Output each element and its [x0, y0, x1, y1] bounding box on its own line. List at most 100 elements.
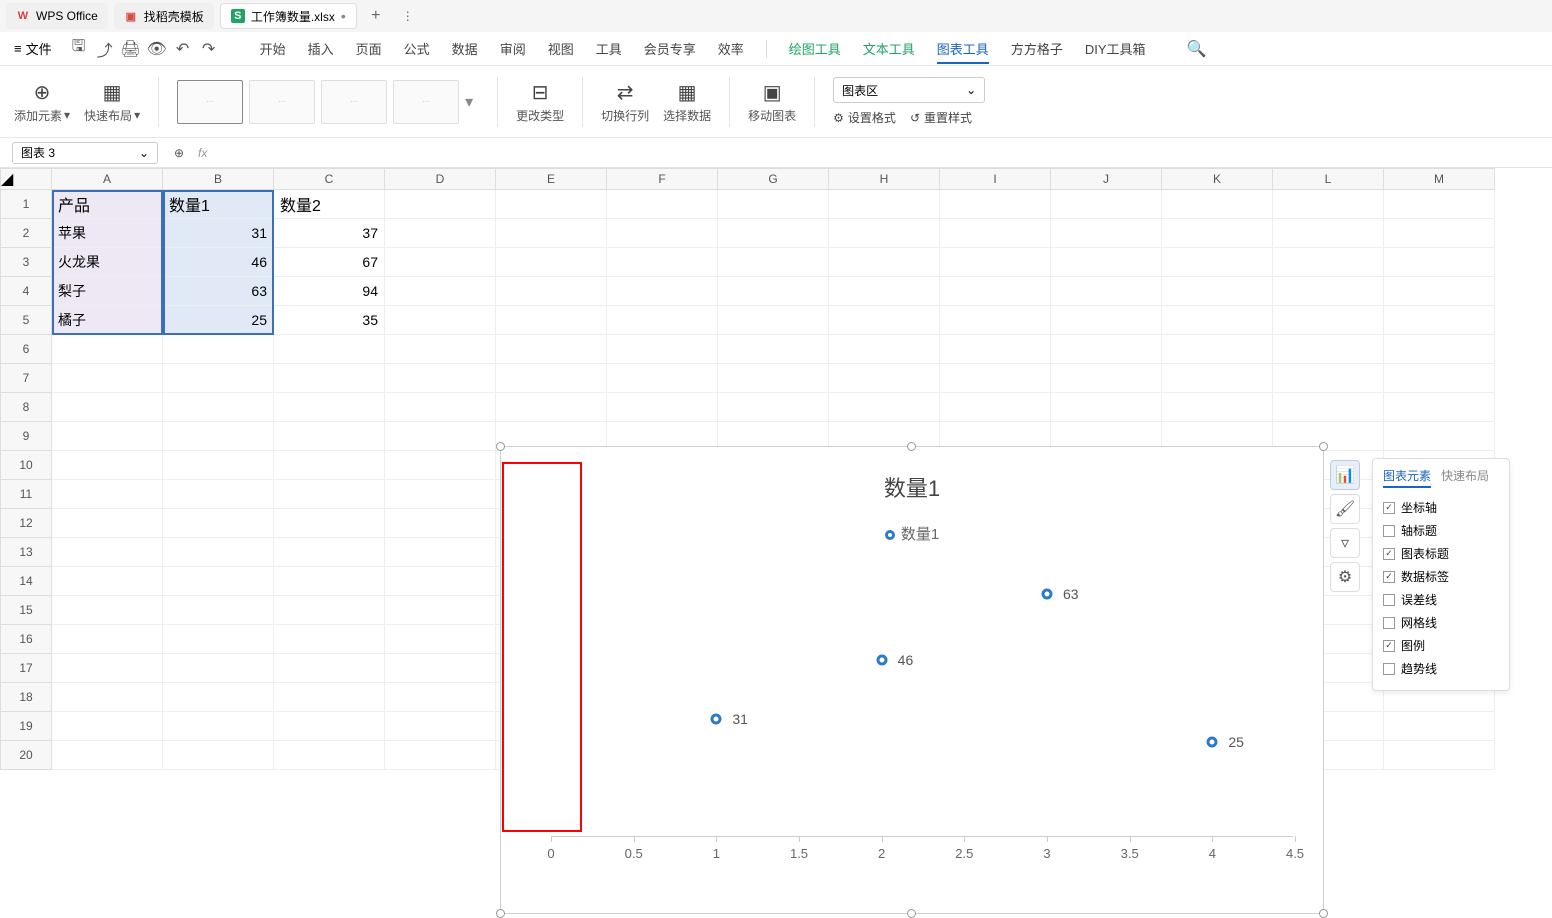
resize-handle[interactable]: [907, 442, 916, 451]
tab-rice[interactable]: ▣找稻壳模板: [114, 3, 214, 29]
cell-G7[interactable]: [718, 364, 829, 393]
cell-C7[interactable]: [274, 364, 385, 393]
cell-D2[interactable]: [385, 219, 496, 248]
col-head-L[interactable]: L: [1273, 168, 1384, 190]
col-head-H[interactable]: H: [829, 168, 940, 190]
data-point[interactable]: [876, 655, 887, 666]
cell-C10[interactable]: [274, 451, 385, 480]
menu-text[interactable]: 文本工具: [863, 39, 915, 58]
col-head-F[interactable]: F: [607, 168, 718, 190]
cell-B20[interactable]: [163, 741, 274, 770]
data-point[interactable]: [1042, 589, 1053, 600]
cell-C15[interactable]: [274, 596, 385, 625]
col-head-K[interactable]: K: [1162, 168, 1273, 190]
row-head-7[interactable]: 7: [0, 364, 52, 393]
save-icon[interactable]: 🖫: [70, 40, 88, 58]
data-point[interactable]: [1207, 736, 1218, 747]
select-data-button[interactable]: ▦选择数据: [663, 72, 711, 132]
cell-A15[interactable]: [52, 596, 163, 625]
col-head-B[interactable]: B: [163, 168, 274, 190]
cell-B5[interactable]: 25: [163, 306, 274, 335]
cell-C11[interactable]: [274, 480, 385, 509]
cell-A5[interactable]: 橘子: [52, 306, 163, 335]
menu-member[interactable]: 会员专享: [644, 39, 696, 58]
menu-tools[interactable]: 工具: [596, 39, 622, 58]
menu-page[interactable]: 页面: [356, 39, 382, 58]
cell-G2[interactable]: [718, 219, 829, 248]
cell-D3[interactable]: [385, 248, 496, 277]
cell-C18[interactable]: [274, 683, 385, 712]
cell-B7[interactable]: [163, 364, 274, 393]
cell-E2[interactable]: [496, 219, 607, 248]
cell-M19[interactable]: [1384, 712, 1495, 741]
select-all-corner[interactable]: ◢: [0, 168, 52, 190]
cell-D20[interactable]: [385, 741, 496, 770]
cell-H3[interactable]: [829, 248, 940, 277]
cell-K1[interactable]: [1162, 190, 1273, 219]
cell-C4[interactable]: 94: [274, 277, 385, 306]
cell-M20[interactable]: [1384, 741, 1495, 770]
row-head-10[interactable]: 10: [0, 451, 52, 480]
cell-H7[interactable]: [829, 364, 940, 393]
col-head-C[interactable]: C: [274, 168, 385, 190]
cell-K5[interactable]: [1162, 306, 1273, 335]
chart-area-select[interactable]: 图表区⌄: [833, 77, 985, 103]
cell-G1[interactable]: [718, 190, 829, 219]
cell-A18[interactable]: [52, 683, 163, 712]
cell-B10[interactable]: [163, 451, 274, 480]
cell-D17[interactable]: [385, 654, 496, 683]
change-type-button[interactable]: ⊟更改类型: [516, 72, 564, 132]
cell-C3[interactable]: 67: [274, 248, 385, 277]
cell-D13[interactable]: [385, 538, 496, 567]
cell-A17[interactable]: [52, 654, 163, 683]
row-head-19[interactable]: 19: [0, 712, 52, 741]
cell-D4[interactable]: [385, 277, 496, 306]
resize-handle[interactable]: [907, 909, 916, 918]
col-head-A[interactable]: A: [52, 168, 163, 190]
cell-A10[interactable]: [52, 451, 163, 480]
style-more-button[interactable]: ▾: [465, 92, 479, 112]
cell-K4[interactable]: [1162, 277, 1273, 306]
cell-D12[interactable]: [385, 509, 496, 538]
cell-G3[interactable]: [718, 248, 829, 277]
cell-L4[interactable]: [1273, 277, 1384, 306]
cell-A2[interactable]: 苹果: [52, 219, 163, 248]
col-head-D[interactable]: D: [385, 168, 496, 190]
checkbox-trend[interactable]: [1383, 663, 1395, 675]
cell-A12[interactable]: [52, 509, 163, 538]
name-box[interactable]: 图表 3⌄: [12, 142, 158, 164]
cell-M8[interactable]: [1384, 393, 1495, 422]
cell-F4[interactable]: [607, 277, 718, 306]
cell-C16[interactable]: [274, 625, 385, 654]
checkbox-grid[interactable]: [1383, 617, 1395, 629]
tab-wps[interactable]: WWPS Office: [6, 3, 108, 29]
checkbox-chart-title[interactable]: ✓: [1383, 548, 1395, 560]
cell-I4[interactable]: [940, 277, 1051, 306]
checkbox-error-bar[interactable]: [1383, 594, 1395, 606]
cell-D11[interactable]: [385, 480, 496, 509]
search-icon[interactable]: 🔍: [1188, 40, 1206, 58]
cell-J7[interactable]: [1051, 364, 1162, 393]
menu-start[interactable]: 开始: [260, 39, 286, 58]
cell-A11[interactable]: [52, 480, 163, 509]
cell-H8[interactable]: [829, 393, 940, 422]
cell-B8[interactable]: [163, 393, 274, 422]
col-head-J[interactable]: J: [1051, 168, 1162, 190]
cell-D18[interactable]: [385, 683, 496, 712]
row-head-1[interactable]: 1: [0, 190, 52, 219]
cell-E1[interactable]: [496, 190, 607, 219]
checkbox-legend[interactable]: ✓: [1383, 640, 1395, 652]
menu-insert[interactable]: 插入: [308, 39, 334, 58]
reset-style-button[interactable]: ↺重置样式: [910, 109, 972, 126]
panel-tab-elements[interactable]: 图表元素: [1383, 467, 1431, 488]
cell-D8[interactable]: [385, 393, 496, 422]
cell-C2[interactable]: 37: [274, 219, 385, 248]
cell-M1[interactable]: [1384, 190, 1495, 219]
col-head-M[interactable]: M: [1384, 168, 1495, 190]
cell-C19[interactable]: [274, 712, 385, 741]
cell-M9[interactable]: [1384, 422, 1495, 451]
add-element-button[interactable]: ⊕添加元素 ▾: [14, 72, 70, 132]
move-chart-button[interactable]: ▣移动图表: [748, 72, 796, 132]
cell-C8[interactable]: [274, 393, 385, 422]
cell-A16[interactable]: [52, 625, 163, 654]
